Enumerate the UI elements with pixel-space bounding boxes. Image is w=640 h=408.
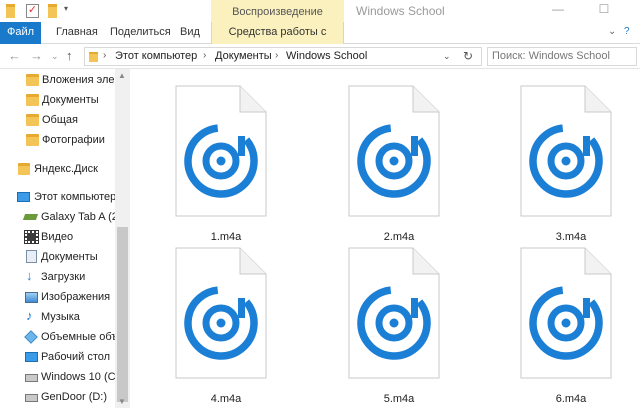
- ribbon-expand-chevron-icon[interactable]: ⌄: [608, 26, 616, 37]
- file-item[interactable]: 4.m4a: [166, 243, 286, 408]
- help-icon[interactable]: ?: [624, 26, 630, 37]
- groove-music-file-icon: [348, 247, 440, 379]
- breadcrumb-separator-icon[interactable]: ›: [275, 50, 278, 61]
- folder-icon: [26, 74, 39, 86]
- tab-file[interactable]: Файл: [0, 22, 41, 44]
- groove-music-file-icon: [175, 85, 267, 217]
- nav-item-yandex-disk[interactable]: Яндекс.Диск: [0, 160, 115, 180]
- groove-music-file-icon: [520, 85, 612, 217]
- drive-icon: [25, 374, 38, 382]
- 3d-objects-icon: [24, 330, 38, 344]
- nav-item-attachments[interactable]: Вложения электр: [0, 71, 115, 91]
- groove-music-file-icon: [348, 85, 440, 217]
- file-item[interactable]: 5.m4a: [339, 243, 459, 408]
- documents-icon: [26, 250, 37, 263]
- tab-view[interactable]: Вид: [174, 22, 206, 44]
- file-name: 4.m4a: [210, 393, 242, 405]
- nav-item-shared[interactable]: Общая: [0, 111, 115, 131]
- scrollbar-thumb[interactable]: [117, 227, 128, 402]
- quick-access-dropdown-icon[interactable]: ▾: [64, 4, 68, 18]
- folder-icon: [26, 114, 39, 126]
- file-item[interactable]: 6.m4a: [511, 243, 631, 408]
- yandex-disk-icon: [18, 163, 30, 175]
- breadcrumb-documents[interactable]: Документы: [215, 50, 272, 62]
- back-arrow-icon[interactable]: ←: [8, 48, 21, 63]
- forward-arrow-icon[interactable]: →: [30, 48, 43, 63]
- nav-item-music[interactable]: ♪ Музыка: [0, 308, 115, 328]
- music-icon: ♪: [26, 308, 33, 323]
- nav-item-downloads[interactable]: ↓ Загрузки: [0, 268, 115, 288]
- file-item[interactable]: 2.m4a: [339, 81, 459, 246]
- nav-item-desktop[interactable]: Рабочий стол: [0, 348, 115, 368]
- title-bar: ✓ ▾ Воспроизведение Windows School — ☐: [0, 0, 640, 24]
- nav-item-3d-objects[interactable]: Объемные объе: [0, 328, 115, 348]
- file-name: 5.m4a: [383, 393, 415, 405]
- nav-item-pictures[interactable]: Изображения: [0, 288, 115, 308]
- tablet-icon: [22, 214, 39, 220]
- nav-item-photos[interactable]: Фотографии: [0, 131, 115, 151]
- nav-pane-scrollbar[interactable]: ▲ ▼: [115, 69, 130, 408]
- tab-home[interactable]: Главная: [50, 22, 104, 44]
- nav-item-this-pc[interactable]: Этот компьютер: [0, 188, 115, 208]
- refresh-icon[interactable]: ↻: [463, 49, 473, 63]
- breadcrumb-separator-icon[interactable]: ›: [203, 50, 206, 61]
- scroll-down-icon[interactable]: ▼: [118, 397, 126, 406]
- maximize-icon[interactable]: ☐: [594, 2, 614, 18]
- minimize-icon[interactable]: —: [548, 2, 568, 18]
- file-item[interactable]: 3.m4a: [511, 81, 631, 246]
- nav-item-documents[interactable]: Документы: [0, 248, 115, 268]
- address-dropdown-icon[interactable]: ⌄: [443, 51, 451, 62]
- nav-item-drive-d[interactable]: GenDoor (D:): [0, 388, 115, 408]
- folder-icon: [26, 94, 39, 106]
- recent-dropdown-icon[interactable]: ⌄: [51, 51, 59, 62]
- file-item[interactable]: 1.m4a: [166, 81, 286, 246]
- window-title: Windows School: [356, 4, 445, 18]
- file-name: 6.m4a: [555, 393, 587, 405]
- context-tab-header: Воспроизведение: [211, 0, 344, 24]
- file-name: 1.m4a: [210, 231, 242, 243]
- breadcrumb-this-pc[interactable]: Этот компьютер: [115, 50, 197, 62]
- new-folder-icon[interactable]: [48, 4, 57, 18]
- tab-share[interactable]: Поделиться: [104, 22, 177, 44]
- nav-item-documents-quick[interactable]: Документы: [0, 91, 115, 111]
- address-bar-row: ← → ⌄ ↑ › Этот компьютер › Документы › W…: [0, 44, 640, 69]
- ribbon-tabs: Файл Главная Поделиться Вид Средства раб…: [0, 22, 640, 58]
- groove-music-file-icon: [520, 247, 612, 379]
- breadcrumb-separator-icon[interactable]: ›: [103, 50, 106, 61]
- pictures-icon: [25, 292, 38, 303]
- scroll-up-icon[interactable]: ▲: [118, 71, 126, 80]
- folder-icon: [89, 52, 98, 62]
- computer-icon: [17, 192, 30, 202]
- address-field[interactable]: › Этот компьютер › Документы › Windows S…: [84, 47, 482, 66]
- context-tab-header-label: Воспроизведение: [232, 6, 323, 18]
- up-arrow-icon[interactable]: ↑: [66, 48, 73, 63]
- properties-check-icon[interactable]: ✓: [26, 4, 39, 18]
- file-name: 3.m4a: [555, 231, 587, 243]
- drive-icon: [25, 394, 38, 402]
- nav-item-video[interactable]: Видео: [0, 228, 115, 248]
- folder-icon: [26, 134, 39, 146]
- file-list: 1.m4a 2.m4a 3.m4a 4.m4a 5.m4a 6.m4a: [130, 69, 640, 408]
- tab-music-tools[interactable]: Средства работы с музыкой: [211, 22, 344, 58]
- navigation-pane: Вложения электр Документы Общая Фотограф…: [0, 69, 130, 408]
- desktop-icon: [25, 352, 38, 362]
- nav-item-drive-c[interactable]: Windows 10 (C:): [0, 368, 115, 388]
- groove-music-file-icon: [175, 247, 267, 379]
- video-icon: [24, 230, 39, 244]
- file-name: 2.m4a: [383, 231, 415, 243]
- breadcrumb-windows-school[interactable]: Windows School: [286, 50, 367, 62]
- nav-item-galaxy-tab[interactable]: Galaxy Tab A (20: [0, 208, 115, 228]
- folder-icon[interactable]: [6, 4, 15, 18]
- downloads-icon: ↓: [26, 268, 33, 283]
- search-input[interactable]: Поиск: Windows School: [487, 47, 637, 66]
